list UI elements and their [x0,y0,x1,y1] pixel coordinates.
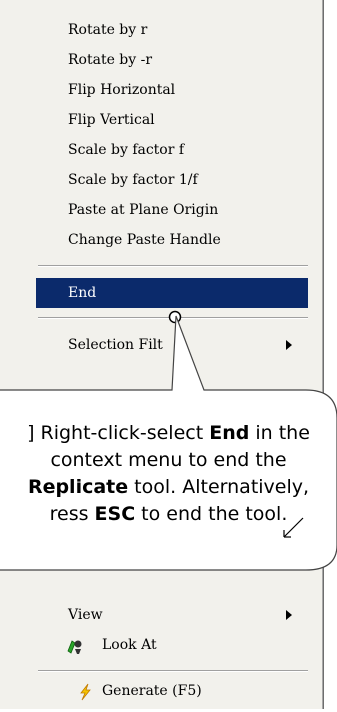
menu-item-label: View [68,607,103,623]
menu-item-generate[interactable]: Generate (F5) [36,676,308,706]
menu-item-look-at[interactable]: Look At [36,630,308,660]
callout-text: ] Right-click-select End in the context … [0,420,337,528]
callout-line-2: context menu to end the [50,449,287,471]
submenu-arrow-icon [286,610,292,620]
lightning-icon [76,682,94,701]
menu-item-label: Generate (F5) [102,683,202,699]
menu-item-label: Look At [102,637,157,653]
menu-separator [38,670,308,672]
callout-line-4: ress ESC to end the tool. [49,503,288,525]
callout-line-3: Replicate tool. Alternatively, [27,476,310,498]
look-at-icon [66,636,84,654]
callout-line-1: ] Right-click-select End in the [27,422,310,444]
menu-item-view[interactable]: View [36,600,308,630]
